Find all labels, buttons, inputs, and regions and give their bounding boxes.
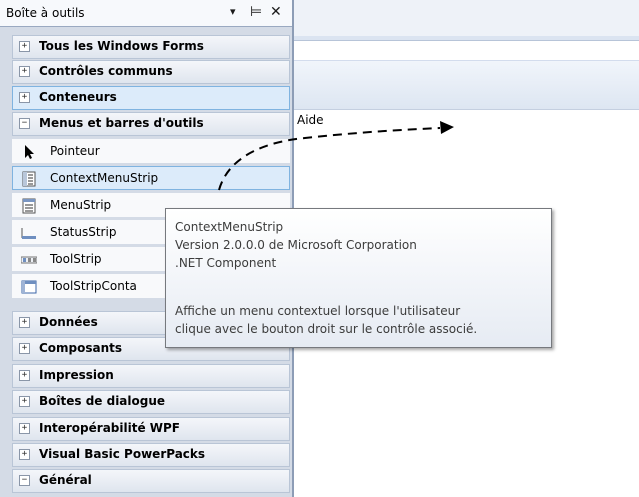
toolstrip-container-icon (21, 280, 37, 294)
toolbox-title: Boîte à outils (6, 6, 85, 20)
tooltip-title: ContextMenuStrip (175, 220, 284, 234)
toolstrip-icon (21, 256, 37, 264)
expand-icon[interactable]: + (19, 449, 30, 460)
expand-icon[interactable]: + (19, 370, 30, 381)
collapse-icon[interactable]: − (19, 475, 30, 486)
designer-divider (294, 36, 639, 41)
expand-icon[interactable]: + (19, 41, 30, 52)
category-label: Visual Basic PowerPacks (39, 447, 206, 461)
category-label: Boîtes de dialogue (39, 394, 166, 408)
category-label: Conteneurs (39, 90, 117, 104)
category-general[interactable]: − Général (12, 469, 290, 493)
pin-icon[interactable]: ⊨ (250, 3, 262, 21)
context-menu-icon (22, 171, 36, 187)
category-containers[interactable]: + Conteneurs (12, 86, 290, 110)
category-wpf-interop[interactable]: + Interopérabilité WPF (12, 417, 290, 441)
tool-label: ToolStripConta (50, 279, 137, 293)
category-label: Interopérabilité WPF (39, 421, 180, 435)
tooltip-description-2: clique avec le bouton droit sur le contr… (175, 322, 478, 336)
expand-icon[interactable]: + (19, 396, 30, 407)
category-dialogs[interactable]: + Boîtes de dialogue (12, 390, 290, 414)
expand-icon[interactable]: + (19, 66, 30, 77)
tool-label: Pointeur (50, 144, 100, 158)
expand-icon[interactable]: + (19, 317, 30, 328)
category-label: Général (39, 473, 92, 487)
expand-icon[interactable]: + (19, 92, 30, 103)
expand-icon[interactable]: + (19, 423, 30, 434)
category-label: Données (39, 315, 98, 329)
toolbox-header: Boîte à outils ▾ ⊨ ✕ (0, 0, 292, 27)
tool-pointer[interactable]: Pointeur (12, 139, 290, 163)
category-all-windows-forms[interactable]: + Tous les Windows Forms (12, 35, 290, 59)
pointer-icon (25, 145, 34, 159)
tooltip-description: Affiche un menu contextuel lorsque l'uti… (175, 304, 461, 318)
statusstrip-icon (21, 228, 36, 239)
tool-label: ToolStrip (50, 252, 102, 266)
close-icon[interactable]: ✕ (270, 3, 282, 21)
expand-icon[interactable]: + (19, 343, 30, 354)
designer-tabstrip (294, 0, 639, 37)
category-vb-powerpacks[interactable]: + Visual Basic PowerPacks (12, 443, 290, 467)
tool-label: StatusStrip (50, 225, 117, 239)
tooltip-type: .NET Component (175, 256, 277, 270)
tool-label: MenuStrip (50, 198, 112, 212)
menustrip-icon (22, 198, 36, 214)
tool-contextmenustrip[interactable]: ContextMenuStrip (12, 166, 290, 190)
collapse-icon[interactable]: − (19, 118, 30, 129)
category-label: Menus et barres d'outils (39, 116, 204, 130)
category-label: Impression (39, 368, 114, 382)
dropdown-icon[interactable]: ▾ (230, 3, 236, 21)
form-titlebar (294, 60, 639, 110)
category-label: Composants (39, 341, 123, 355)
menu-aide[interactable]: Aide (297, 113, 324, 127)
category-menus-toolbars[interactable]: − Menus et barres d'outils (12, 112, 290, 136)
category-label: Tous les Windows Forms (39, 39, 204, 53)
category-printing[interactable]: + Impression (12, 364, 290, 388)
tooltip-version: Version 2.0.0.0 de Microsoft Corporation (175, 238, 417, 252)
category-label: Contrôles communs (39, 64, 173, 78)
tool-label: ContextMenuStrip (50, 171, 159, 185)
tooltip: ContextMenuStrip Version 2.0.0.0 de Micr… (165, 208, 552, 348)
category-common-controls[interactable]: + Contrôles communs (12, 60, 290, 84)
